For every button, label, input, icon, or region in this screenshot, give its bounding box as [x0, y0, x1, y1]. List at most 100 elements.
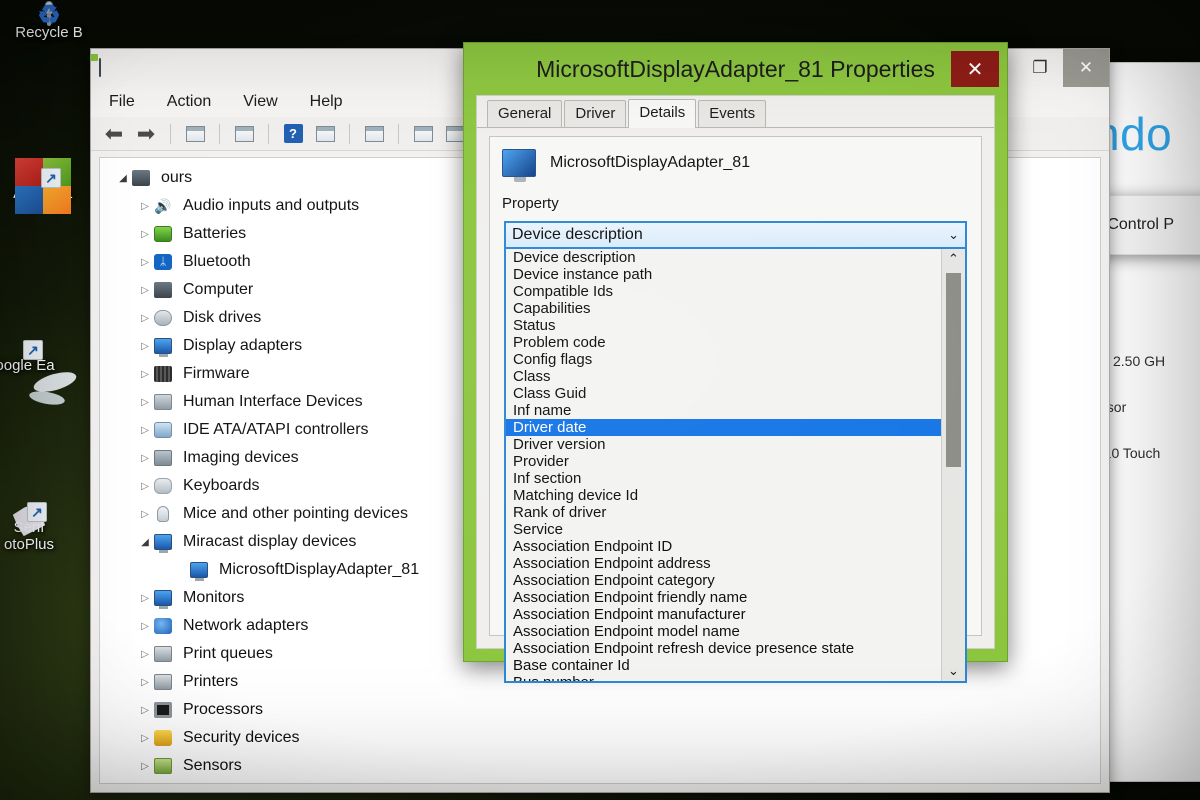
desktop-icon-google-earth[interactable]: ↗ oogle Ea	[0, 340, 80, 375]
dialog-body: General Driver Details Events MicrosoftD…	[476, 95, 995, 683]
dropdown-option[interactable]: Device instance path	[506, 266, 941, 283]
dropdown-option[interactable]: Association Endpoint friendly name	[506, 589, 941, 606]
tree-item[interactable]: ▷ Sensors	[110, 752, 1100, 780]
dropdown-option[interactable]: Base container Id	[506, 657, 941, 674]
tree-expand-icon[interactable]: ▷	[136, 481, 154, 492]
dropdown-option[interactable]: Bus number	[506, 674, 941, 681]
desktop-icon-avg[interactable]: ↗ AVG 201	[0, 158, 98, 214]
property-combobox[interactable]: Device description ⌄	[504, 221, 967, 249]
scroll-down-arrow-icon[interactable]: ⌄	[942, 661, 965, 681]
dropdown-scrollbar[interactable]: ⌃ ⌄	[941, 249, 965, 681]
properties-dialog[interactable]: MicrosoftDisplayAdapter_81 Properties ✕ …	[463, 42, 1008, 683]
tree-expand-icon[interactable]: ▷	[136, 733, 154, 744]
desktop-screen: ♻ Recycle B ↗ AVG 201 ↗ oogle Ea ↗ Serif…	[0, 0, 1200, 800]
help-icon[interactable]: ?	[280, 122, 306, 146]
enable-device-icon[interactable]	[410, 122, 436, 146]
tree-expand-icon[interactable]: ▷	[136, 649, 154, 660]
toolbar-separator	[398, 123, 399, 144]
recycle-bin-icon: ♻	[37, 0, 61, 30]
tree-expand-icon[interactable]: ▷	[136, 257, 154, 268]
monitor-icon	[502, 149, 536, 182]
dropdown-option[interactable]: Service	[506, 521, 941, 538]
tab-details[interactable]: Details	[628, 99, 697, 128]
tree-item[interactable]: ▷ Security devices	[110, 724, 1100, 752]
tree-expand-icon[interactable]: ▷	[136, 453, 154, 464]
desktop-icon-recycle-bin[interactable]: ♻ Recycle B	[0, 0, 104, 41]
tree-item-label: Processors	[183, 701, 264, 718]
tree-item-label: Display adapters	[183, 337, 303, 354]
dialog-tabs: General Driver Details Events	[477, 96, 994, 128]
dropdown-option[interactable]: Provider	[506, 453, 941, 470]
scroll-up-arrow-icon[interactable]: ⌃	[942, 249, 965, 269]
dialog-titlebar: MicrosoftDisplayAdapter_81 Properties ✕	[464, 43, 1007, 95]
dropdown-option[interactable]: Rank of driver	[506, 504, 941, 521]
dropdown-option[interactable]: Association Endpoint ID	[506, 538, 941, 555]
tree-expand-icon[interactable]: ▷	[136, 593, 154, 604]
property-dropdown-list[interactable]: Device description Device instance path Co…	[504, 249, 967, 683]
scan-for-hardware-changes-icon[interactable]	[361, 122, 387, 146]
display-adapter-icon	[190, 561, 212, 581]
tree-expand-icon[interactable]: ▷	[136, 705, 154, 716]
security-key-icon	[154, 729, 176, 747]
hid-icon	[154, 393, 176, 411]
tree-expand-icon[interactable]: ▷	[136, 229, 154, 240]
dropdown-option[interactable]: Problem code	[506, 334, 941, 351]
tree-collapse-icon[interactable]: ◢	[114, 173, 132, 184]
chevron-down-icon: ⌄	[948, 227, 959, 242]
menu-item-action[interactable]: Action	[167, 93, 211, 111]
dropdown-option[interactable]: Device description	[506, 249, 941, 266]
tree-expand-icon[interactable]: ▷	[136, 313, 154, 324]
tree-item-label: Bluetooth	[183, 253, 251, 270]
dropdown-option[interactable]: Capabilities	[506, 300, 941, 317]
dropdown-option[interactable]: Association Endpoint manufacturer	[506, 606, 941, 623]
dropdown-option[interactable]: Driver version	[506, 436, 941, 453]
tree-collapse-icon[interactable]: ◢	[136, 537, 154, 548]
tree-expand-icon[interactable]: ▷	[136, 201, 154, 212]
dialog-close-button[interactable]: ✕	[951, 51, 999, 87]
display-adapter-icon	[154, 337, 176, 357]
maximize-button[interactable]: ❐	[1017, 49, 1063, 87]
dropdown-option[interactable]: Matching device Id	[506, 487, 941, 504]
dropdown-option[interactable]: Class Guid	[506, 385, 941, 402]
dropdown-option[interactable]: Association Endpoint model name	[506, 623, 941, 640]
tree-expand-icon[interactable]: ▷	[136, 425, 154, 436]
tree-expand-icon[interactable]: ▷	[136, 677, 154, 688]
menu-item-view[interactable]: View	[243, 93, 277, 111]
dropdown-option[interactable]: Inf section	[506, 470, 941, 487]
update-driver-icon[interactable]	[312, 122, 338, 146]
close-button[interactable]: ✕	[1063, 49, 1109, 87]
tree-expand-icon[interactable]: ▷	[136, 341, 154, 352]
tab-driver[interactable]: Driver	[564, 100, 627, 127]
properties-icon[interactable]	[231, 122, 257, 146]
tab-events[interactable]: Events	[698, 100, 767, 127]
printer-icon	[154, 673, 176, 691]
tree-expand-icon[interactable]: ▷	[136, 369, 154, 380]
dropdown-option[interactable]: Inf name	[506, 402, 941, 419]
tree-expand-icon[interactable]: ▷	[136, 509, 154, 520]
back-arrow-icon[interactable]: ⬅	[101, 122, 127, 146]
dropdown-option[interactable]: Association Endpoint category	[506, 572, 941, 589]
dropdown-option[interactable]: Class	[506, 368, 941, 385]
dropdown-option[interactable]: Driver date	[506, 419, 941, 436]
forward-arrow-icon[interactable]: ➡	[133, 122, 159, 146]
property-combobox-value: Device description	[512, 226, 643, 243]
menu-item-file[interactable]: File	[109, 93, 135, 111]
dropdown-option[interactable]: Association Endpoint address	[506, 555, 941, 572]
scrollbar-thumb[interactable]	[946, 273, 961, 467]
tab-general[interactable]: General	[487, 100, 563, 127]
dropdown-option[interactable]: Association Endpoint refresh device pres…	[506, 640, 941, 657]
menu-item-help[interactable]: Help	[310, 93, 343, 111]
tree-expand-icon[interactable]: ▷	[136, 761, 154, 772]
tree-expand-icon[interactable]: ▷	[136, 285, 154, 296]
dropdown-option[interactable]: Status	[506, 317, 941, 334]
show-hide-console-tree-icon[interactable]	[182, 122, 208, 146]
dropdown-option[interactable]: Config flags	[506, 351, 941, 368]
tree-expand-icon[interactable]: ▷	[136, 397, 154, 408]
dropdown-option[interactable]: Compatible Ids	[506, 283, 941, 300]
tree-item[interactable]: ▷Software devices	[110, 780, 1100, 783]
tree-item-label: Printers	[183, 673, 239, 690]
tree-expand-icon[interactable]: ▷	[136, 621, 154, 632]
desktop-icon-serif-photoplus[interactable]: ↗ Serif otoPlus	[0, 502, 84, 553]
device-name-label: MicrosoftDisplayAdapter_81	[550, 154, 751, 171]
tree-item[interactable]: ▷ Processors	[110, 696, 1100, 724]
